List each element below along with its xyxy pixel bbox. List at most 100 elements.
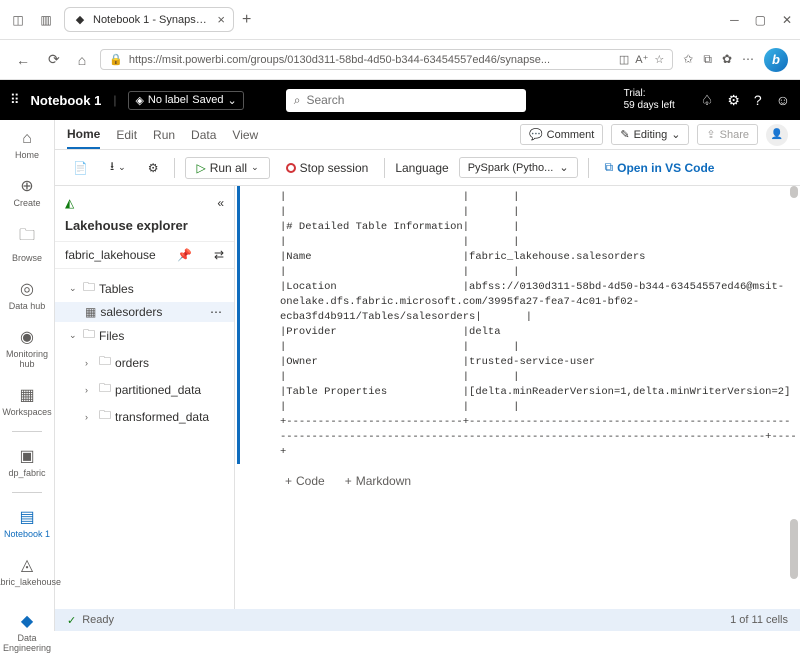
tab-title: Notebook 1 - Synapse Data Eng	[93, 14, 211, 26]
notebook-area: | | | | | | |# Detailed Table Informatio…	[235, 186, 800, 609]
workspaces-icon: ▦	[19, 385, 34, 405]
content: ⌂Home ⊕Create 🗀Browse ◎Data hub ◉Monitor…	[0, 120, 800, 631]
back-button[interactable]: ←	[12, 48, 34, 72]
chevron-right-icon: ›	[85, 412, 95, 422]
tree-transformed[interactable]: ›🗀transformed_data	[55, 403, 234, 430]
language-select[interactable]: PySpark (Pytho...⌄	[459, 157, 578, 178]
plus-icon: +	[285, 474, 292, 488]
tree-tables[interactable]: ⌄🗀Tables	[55, 275, 234, 302]
minimize-button[interactable]: ─	[730, 13, 739, 27]
tree-files[interactable]: ⌄🗀Files	[55, 322, 234, 349]
pencil-icon: ✎	[620, 128, 629, 141]
open-vscode-button[interactable]: ⧉Open in VS Code	[599, 157, 721, 178]
rail-workspaces[interactable]: ▦Workspaces	[0, 381, 54, 421]
editing-button[interactable]: ✎Editing⌄	[611, 124, 689, 145]
close-icon[interactable]: ×	[217, 12, 225, 27]
url-box[interactable]: 🔒 https://msit.powerbi.com/groups/0130d3…	[100, 49, 673, 70]
home-nav-button[interactable]: ⌂	[74, 48, 90, 72]
favorites-bar-icon[interactable]: ✩	[683, 52, 693, 67]
sensitivity-label[interactable]: ◈ No labelSaved ⌄	[128, 91, 243, 110]
share-button[interactable]: ⇪Share	[697, 124, 758, 145]
settings-button[interactable]: ⚙	[142, 158, 165, 178]
more-icon[interactable]: ⋯	[210, 305, 228, 319]
rail-dpfabric[interactable]: ▣dp_fabric	[0, 442, 54, 482]
settings-icon[interactable]: ⚙	[727, 92, 740, 109]
rail-create[interactable]: ⊕Create	[0, 172, 54, 212]
cell-output: | | | | | | |# Detailed Table Informatio…	[280, 190, 800, 460]
tab-home[interactable]: Home	[67, 121, 100, 149]
scroll-thumb[interactable]	[790, 519, 798, 579]
maximize-button[interactable]: ▢	[755, 13, 766, 27]
tab-data[interactable]: Data	[191, 122, 216, 148]
close-window-button[interactable]: ✕	[782, 13, 792, 27]
pin-icon[interactable]: 📌	[177, 248, 192, 262]
help-icon[interactable]: ?	[754, 92, 762, 109]
app-grip-icon[interactable]: ⠿	[10, 92, 19, 108]
comment-button[interactable]: 💬Comment	[520, 124, 603, 145]
chevron-down-icon: ⌄	[69, 330, 79, 341]
tab-run[interactable]: Run	[153, 122, 175, 148]
tab-view[interactable]: View	[232, 122, 258, 148]
add-markdown-button[interactable]: +Markdown	[345, 474, 411, 488]
rail-datahub[interactable]: ◎Data hub	[0, 275, 54, 315]
url-text: https://msit.powerbi.com/groups/0130d311…	[129, 54, 613, 66]
notebook-cell[interactable]: | | | | | | |# Detailed Table Informatio…	[237, 186, 800, 464]
text-size-icon[interactable]: A⁺	[635, 53, 648, 66]
swap-icon[interactable]: ⇄	[214, 248, 224, 262]
lakehouse-icon: ◬	[21, 555, 33, 575]
search-icon: ⌕	[294, 93, 301, 108]
lakehouse-glyph-icon: ◭	[65, 196, 74, 210]
collapse-explorer-icon[interactable]: «	[217, 196, 224, 210]
explorer-source[interactable]: fabric_lakehouse 📌 ⇄	[55, 241, 234, 269]
lakehouse-explorer: ◭ « Lakehouse explorer fabric_lakehouse …	[55, 186, 235, 609]
presence-avatar[interactable]: 👤	[766, 124, 788, 146]
vscode-icon: ⧉	[605, 160, 614, 175]
rail-browse[interactable]: 🗀Browse	[0, 220, 54, 267]
add-cell-buttons: +Code +Markdown	[235, 464, 800, 488]
app-topbar: ⠿ Notebook 1 | ◈ No labelSaved ⌄ ⌕ Trial…	[0, 80, 800, 120]
notifications-icon[interactable]: ♤	[701, 92, 714, 109]
tree-salesorders[interactable]: ▦salesorders⋯	[55, 302, 234, 322]
search-input[interactable]	[306, 93, 517, 107]
more-icon[interactable]: ⋯	[742, 52, 754, 67]
save-button[interactable]: 📄	[67, 158, 94, 178]
new-tab-button[interactable]: +	[234, 11, 259, 29]
cell-count: 1 of 11 cells	[730, 614, 788, 626]
feedback-icon[interactable]: ☺	[776, 92, 790, 109]
address-bar: ← ⟳ ⌂ 🔒 https://msit.powerbi.com/groups/…	[0, 40, 800, 80]
stop-session-button[interactable]: Stop session	[280, 158, 375, 178]
download-button[interactable]: ⭳⌄	[104, 154, 132, 181]
scrollbar[interactable]	[790, 186, 798, 609]
favorite-icon[interactable]: ☆	[654, 53, 664, 66]
separator	[588, 158, 589, 178]
bing-icon[interactable]: b	[764, 48, 788, 72]
rail-home[interactable]: ⌂Home	[0, 126, 54, 164]
refresh-button[interactable]: ⟳	[44, 47, 64, 72]
folder-icon: 🗀	[83, 278, 95, 299]
menu-tabs: Home Edit Run Data View 💬Comment ✎Editin…	[55, 120, 800, 150]
folder-icon: 🗀	[99, 379, 111, 400]
workspace-icon[interactable]: ◫	[8, 10, 28, 30]
monitoring-icon: ◉	[20, 327, 34, 347]
tab-edit[interactable]: Edit	[116, 122, 137, 148]
explorer-header: ◭ «	[55, 192, 234, 214]
rail-lakehouse[interactable]: ◬fabric_lakehouse	[0, 551, 54, 591]
run-all-button[interactable]: ▷Run all⌄	[185, 157, 269, 179]
rail-monitoring[interactable]: ◉Monitoring hub	[0, 323, 54, 373]
tree-orders[interactable]: ›🗀orders	[55, 349, 234, 376]
rail-notebook1[interactable]: ▤Notebook 1	[0, 503, 54, 543]
language-label: Language	[395, 161, 448, 175]
scroll-thumb-top[interactable]	[790, 186, 798, 198]
notebook-name[interactable]: Notebook 1	[31, 93, 102, 108]
browser-tab[interactable]: ◆ Notebook 1 - Synapse Data Eng ×	[64, 7, 234, 32]
extensions-icon[interactable]: ✿	[722, 52, 732, 67]
reader-icon[interactable]: ◫	[619, 53, 629, 66]
add-code-button[interactable]: +Code	[285, 474, 325, 488]
collections-icon[interactable]: ⧉	[703, 52, 712, 67]
rail-dataeng[interactable]: ◆Data Engineering	[0, 607, 54, 657]
separator	[174, 158, 175, 178]
tree-partitioned[interactable]: ›🗀partitioned_data	[55, 376, 234, 403]
tab-favicon-icon: ◆	[73, 13, 87, 27]
search-box[interactable]: ⌕	[286, 89, 526, 112]
sidebar-icon[interactable]: ▥	[36, 10, 56, 30]
